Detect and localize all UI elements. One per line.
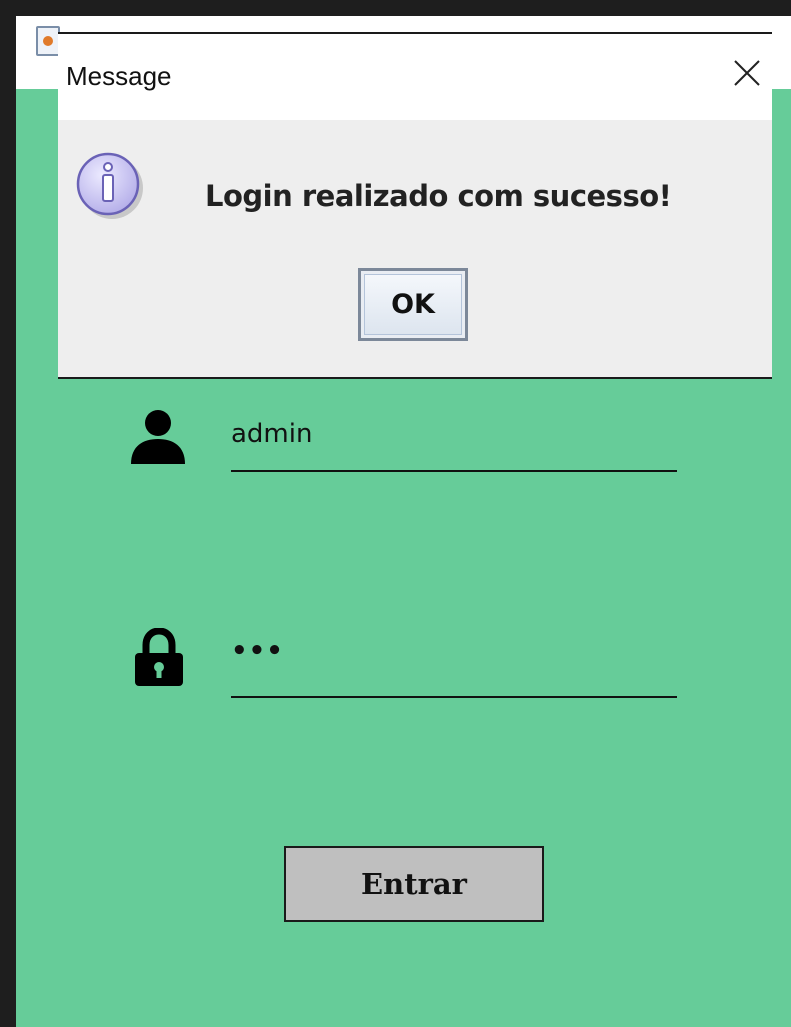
info-icon — [76, 152, 143, 219]
password-field[interactable]: ••• — [231, 636, 284, 666]
dialog-title: Message — [66, 61, 172, 91]
dialog-message: Login realizado com sucesso! — [205, 179, 672, 213]
entrar-button[interactable]: Entrar — [284, 846, 544, 922]
password-underline — [231, 696, 677, 698]
ok-button[interactable]: OK — [358, 268, 468, 341]
message-dialog: Message Login realizado com sucesso! OK — [58, 32, 772, 379]
username-field[interactable]: admin — [231, 419, 312, 449]
close-icon[interactable] — [730, 56, 764, 90]
java-app-icon — [36, 26, 60, 56]
ok-button-label: OK — [364, 274, 462, 335]
dialog-titlebar: Message — [58, 34, 772, 120]
user-icon — [131, 410, 185, 464]
username-underline — [231, 470, 677, 472]
lock-icon — [135, 628, 183, 686]
